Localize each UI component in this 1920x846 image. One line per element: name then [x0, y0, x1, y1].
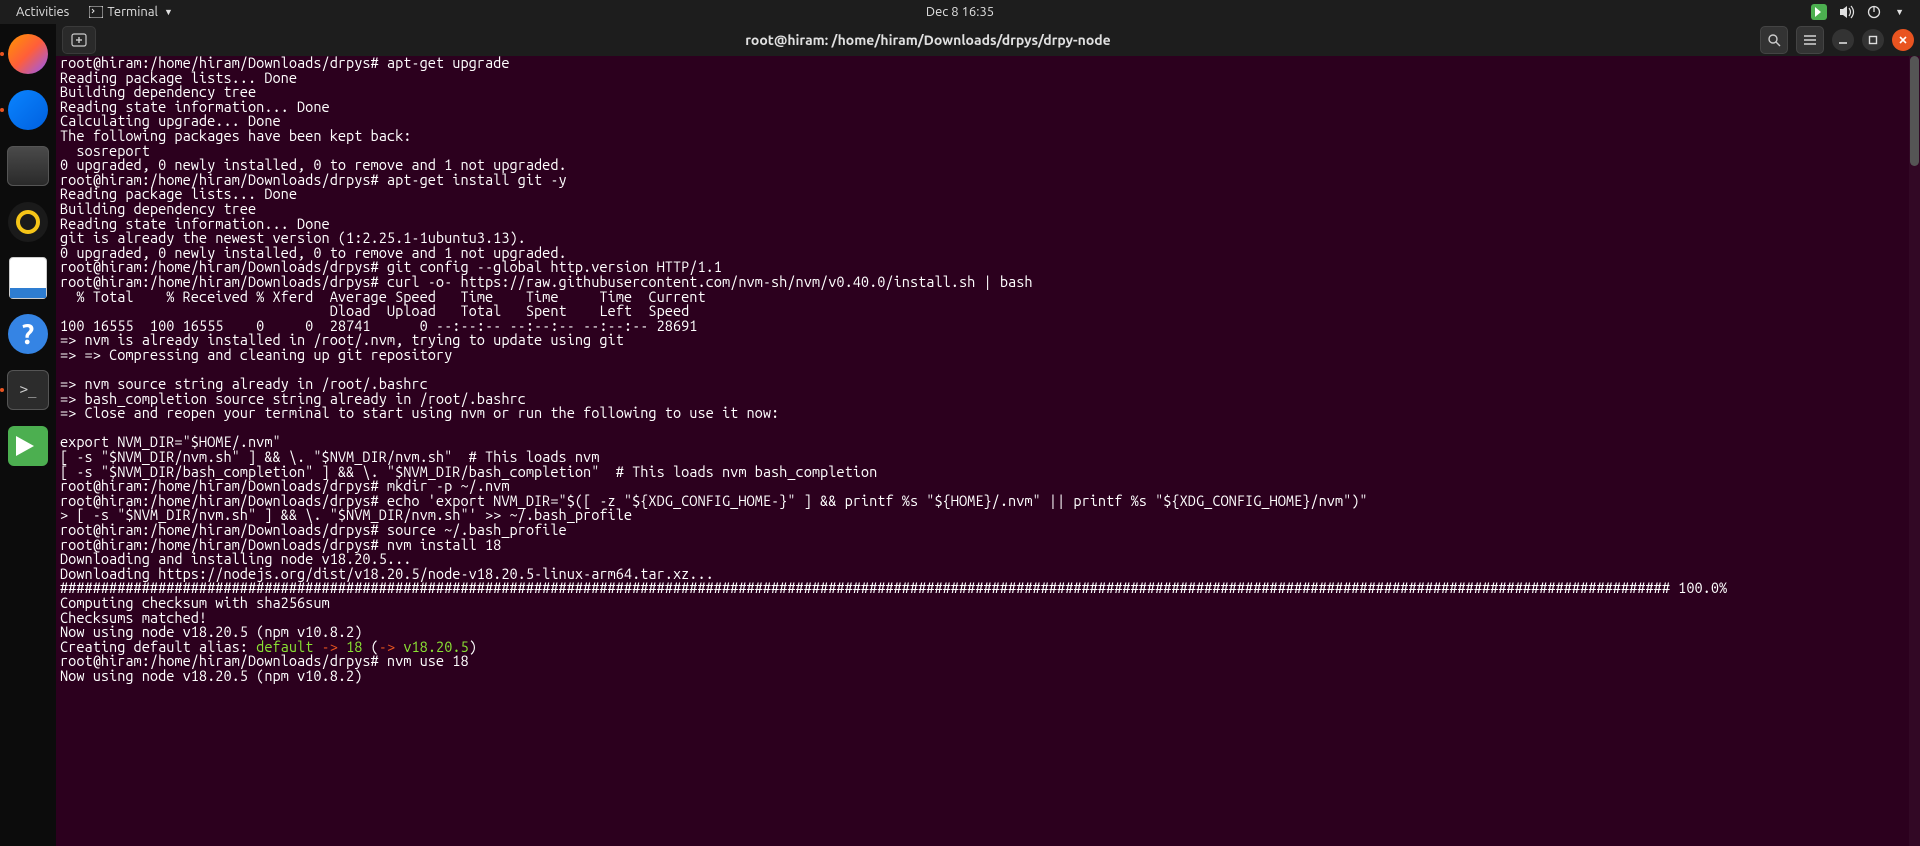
- terminal-output: root@hiram:/home/hiram/Downloads/drpys# …: [56, 56, 1920, 640]
- dock-firefox[interactable]: [6, 32, 50, 76]
- minimize-icon: [1838, 35, 1848, 45]
- app-menu-label: Terminal: [107, 5, 158, 19]
- firefox-icon: [8, 34, 48, 74]
- thunderbird-icon: [8, 90, 48, 130]
- maximize-icon: [1868, 35, 1878, 45]
- gitkraken-icon: [8, 426, 48, 466]
- files-icon: [7, 146, 49, 186]
- scrollbar[interactable]: [1909, 56, 1920, 846]
- system-chevron-down-icon[interactable]: ▼: [1895, 7, 1904, 17]
- power-icon[interactable]: [1867, 5, 1881, 19]
- writer-icon: [9, 257, 47, 299]
- hamburger-button[interactable]: [1796, 26, 1824, 54]
- titlebar: root@hiram: /home/hiram/Downloads/drpys/…: [56, 24, 1920, 56]
- minimize-button[interactable]: [1832, 29, 1854, 51]
- chevron-down-icon: ▼: [164, 7, 173, 17]
- help-icon: ?: [8, 314, 48, 354]
- close-icon: [1898, 35, 1908, 45]
- hamburger-icon: [1803, 34, 1817, 46]
- dock-gitkraken[interactable]: [6, 424, 50, 468]
- dock-rhythmbox[interactable]: [6, 200, 50, 244]
- search-button[interactable]: [1760, 26, 1788, 54]
- activities-button[interactable]: Activities: [8, 3, 77, 21]
- top-panel: Activities Terminal ▼ Dec 8 16:35 ▼: [0, 0, 1920, 24]
- volume-icon[interactable]: [1839, 5, 1855, 19]
- rhythmbox-icon: [8, 202, 48, 242]
- dock: ? >_: [0, 24, 56, 846]
- new-tab-button[interactable]: [62, 26, 96, 54]
- close-button[interactable]: [1892, 29, 1914, 51]
- new-tab-icon: [71, 33, 87, 47]
- dock-terminal[interactable]: >_: [6, 368, 50, 412]
- scrollbar-thumb[interactable]: [1910, 56, 1919, 166]
- terminal-window: root@hiram: /home/hiram/Downloads/drpys/…: [56, 24, 1920, 846]
- terminal-body[interactable]: root@hiram:/home/hiram/Downloads/drpys# …: [56, 56, 1920, 846]
- clock[interactable]: Dec 8 16:35: [926, 5, 994, 19]
- search-icon: [1767, 33, 1781, 47]
- screen-share-icon[interactable]: [1811, 4, 1827, 20]
- terminal-tail: root@hiram:/home/hiram/Downloads/drpys# …: [56, 654, 1920, 683]
- app-menu[interactable]: Terminal ▼: [83, 3, 179, 21]
- maximize-button[interactable]: [1862, 29, 1884, 51]
- dock-help[interactable]: ?: [6, 312, 50, 356]
- dock-files[interactable]: [6, 144, 50, 188]
- terminal-top-icon: [89, 6, 103, 18]
- dock-writer[interactable]: [6, 256, 50, 300]
- window-title: root@hiram: /home/hiram/Downloads/drpys/…: [96, 32, 1760, 48]
- dock-thunderbird[interactable]: [6, 88, 50, 132]
- terminal-icon: >_: [7, 370, 49, 410]
